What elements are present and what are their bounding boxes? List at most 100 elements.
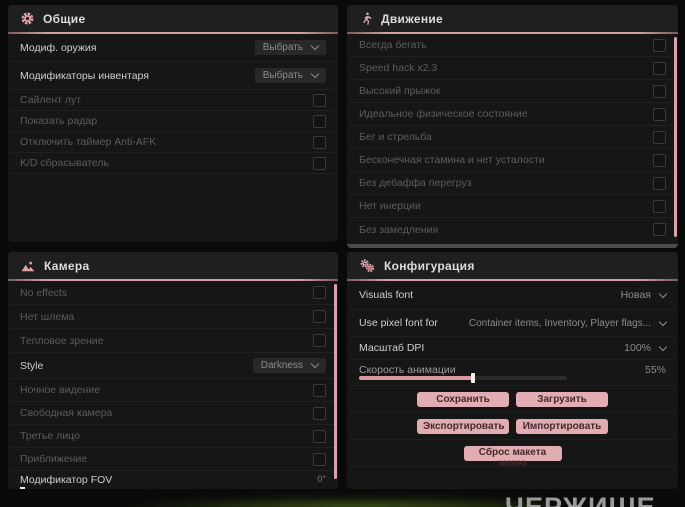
panel-camera: Камера No effects Нет шлема Тепловое зре… bbox=[8, 252, 338, 489]
row-always-run: Всегда бегать bbox=[350, 34, 675, 57]
third-person-checkbox[interactable] bbox=[313, 429, 326, 443]
row-dpi-scale: Масштаб DPI 100% bbox=[350, 337, 675, 360]
row-run-and-shoot: Бег и стрельба bbox=[350, 126, 675, 149]
no-slowdown-checkbox[interactable] bbox=[653, 223, 666, 236]
chevron-down-icon bbox=[310, 41, 320, 51]
silent-loot-checkbox[interactable] bbox=[313, 93, 326, 107]
row-thermal-vision: Тепловое зрение bbox=[11, 329, 335, 353]
thermal-vision-checkbox[interactable] bbox=[313, 334, 326, 347]
anti-afk-checkbox[interactable] bbox=[313, 135, 326, 149]
zoom-checkbox[interactable] bbox=[313, 452, 326, 466]
row-no-helmet: Нет шлема bbox=[11, 305, 335, 329]
dropdown-value: Container items, Inventory, Player flags… bbox=[468, 317, 651, 329]
watermark-text: ЧЕРЖИШЕ bbox=[505, 492, 656, 507]
slider-handle[interactable] bbox=[471, 373, 476, 383]
row-weapon-mod: Модиф. оружия Выбрать bbox=[11, 34, 335, 62]
setting-label: Ночное видение bbox=[20, 384, 100, 396]
setting-label: Нет инерции bbox=[359, 200, 421, 212]
row-third-person: Третье лицо bbox=[11, 425, 335, 448]
setting-label: Идеальное физическое состояние bbox=[359, 108, 528, 120]
load-button[interactable]: Загрузить bbox=[516, 391, 608, 407]
mod-menu-overlay: Общие Модиф. оружия Выбрать Модификаторы… bbox=[0, 0, 685, 507]
always-run-checkbox[interactable] bbox=[653, 38, 666, 52]
visuals-font-dropdown[interactable]: Новая bbox=[620, 289, 668, 301]
chevron-down-icon bbox=[658, 289, 668, 298]
row-silent-loot: Сайлент лут bbox=[11, 90, 335, 111]
dropdown-value: Darkness bbox=[260, 360, 303, 371]
setting-label: Скорость анимации bbox=[359, 364, 456, 376]
import-button[interactable]: Импортировать bbox=[516, 418, 608, 434]
panel-title: Общие bbox=[43, 11, 86, 26]
panel-title: Движение bbox=[381, 11, 444, 26]
weapon-mod-dropdown[interactable]: Выбрать bbox=[254, 40, 326, 55]
panel-camera-header[interactable]: Камера bbox=[8, 252, 338, 279]
config-buttons-row-3: Сброс макета меню bbox=[350, 440, 675, 469]
night-vision-checkbox[interactable] bbox=[313, 383, 326, 397]
high-jump-checkbox[interactable] bbox=[653, 84, 666, 98]
dropdown-value: Выбрать bbox=[262, 70, 303, 81]
config-buttons-row-1: Сохранить Загрузить bbox=[350, 386, 675, 413]
panel-general-header[interactable]: Общие bbox=[8, 5, 338, 32]
row-no-inertia: Нет инерции bbox=[350, 195, 675, 218]
no-helmet-checkbox[interactable] bbox=[313, 310, 326, 323]
setting-label: Сайлент лут bbox=[20, 94, 82, 106]
setting-label: Модификатор FOV bbox=[20, 474, 113, 486]
setting-label: K/D сбрасыватель bbox=[20, 157, 110, 169]
setting-label: Модификаторы инвентаря bbox=[20, 69, 149, 82]
chevron-down-icon bbox=[658, 317, 668, 326]
kd-reset-checkbox[interactable] bbox=[313, 156, 326, 170]
no-effects-checkbox[interactable] bbox=[313, 286, 326, 299]
setting-label: Всегда бегать bbox=[359, 39, 427, 51]
panel-movement: Движение Всегда бегать Speed hack x2.3 В… bbox=[347, 5, 678, 248]
setting-label: Показать радар bbox=[20, 115, 98, 127]
fov-value: 0° bbox=[317, 474, 326, 484]
row-visuals-font: Visuals font Новая bbox=[350, 281, 675, 310]
row-high-jump: Высокий прыжок bbox=[350, 80, 675, 103]
horizontal-scrollbar[interactable] bbox=[347, 244, 678, 248]
vertical-scrollbar[interactable] bbox=[334, 284, 337, 479]
run-and-shoot-checkbox[interactable] bbox=[653, 130, 666, 144]
speed-hack-checkbox[interactable] bbox=[653, 61, 666, 75]
style-dropdown[interactable]: Darkness bbox=[252, 358, 326, 373]
infinite-stamina-checkbox[interactable] bbox=[653, 153, 666, 167]
chevron-down-icon bbox=[310, 69, 320, 79]
vertical-scrollbar[interactable] bbox=[674, 37, 677, 237]
free-camera-checkbox[interactable] bbox=[313, 406, 326, 420]
panel-config-header[interactable]: Конфигурация bbox=[347, 252, 678, 279]
setting-label: Без замедления bbox=[359, 223, 439, 236]
animation-speed-slider[interactable] bbox=[359, 373, 567, 383]
perfect-condition-checkbox[interactable] bbox=[653, 107, 666, 121]
dpi-scale-dropdown[interactable]: 100% bbox=[624, 342, 668, 354]
fov-slider-handle[interactable] bbox=[20, 487, 25, 489]
gears-icon bbox=[360, 258, 375, 273]
panel-title: Конфигурация bbox=[384, 258, 475, 273]
panel-general: Общие Модиф. оружия Выбрать Модификаторы… bbox=[8, 5, 338, 242]
setting-label: Visuals font bbox=[359, 289, 414, 301]
inventory-mods-dropdown[interactable]: Выбрать bbox=[254, 68, 326, 83]
row-kd-reset: K/D сбрасыватель bbox=[11, 153, 335, 174]
save-button[interactable]: Сохранить bbox=[417, 391, 509, 407]
export-button[interactable]: Экспортировать bbox=[417, 418, 509, 434]
reset-menu-layout-button[interactable]: Сброс макета меню bbox=[463, 445, 562, 469]
show-radar-checkbox[interactable] bbox=[313, 114, 326, 128]
gear-icon bbox=[21, 12, 34, 25]
pixel-font-dropdown[interactable]: Container items, Inventory, Player flags… bbox=[468, 317, 668, 329]
row-fov-modifier: Модификатор FOV 0° bbox=[11, 471, 335, 489]
setting-label: Без дебаффа перегруз bbox=[359, 177, 472, 189]
slider-fill bbox=[359, 376, 474, 380]
chevron-down-icon bbox=[310, 359, 320, 369]
row-zoom: Приближение bbox=[11, 448, 335, 471]
no-inertia-checkbox[interactable] bbox=[653, 199, 666, 213]
setting-label: Масштаб DPI bbox=[359, 342, 425, 354]
panel-movement-header[interactable]: Движение bbox=[347, 5, 678, 32]
setting-label: Третье лицо bbox=[20, 430, 80, 442]
animation-speed-value: 55% bbox=[644, 364, 666, 376]
row-no-slowdown: Без замедления bbox=[350, 218, 675, 241]
setting-label: Бег и стрельба bbox=[359, 131, 432, 143]
dropdown-value: Новая bbox=[620, 289, 651, 301]
setting-label: Приближение bbox=[20, 453, 88, 465]
row-pixel-font: Use pixel font for Container items, Inve… bbox=[350, 310, 675, 337]
no-overload-debuff-checkbox[interactable] bbox=[653, 176, 666, 190]
panel-title: Камера bbox=[44, 258, 90, 273]
row-show-radar: Показать радар bbox=[11, 111, 335, 132]
